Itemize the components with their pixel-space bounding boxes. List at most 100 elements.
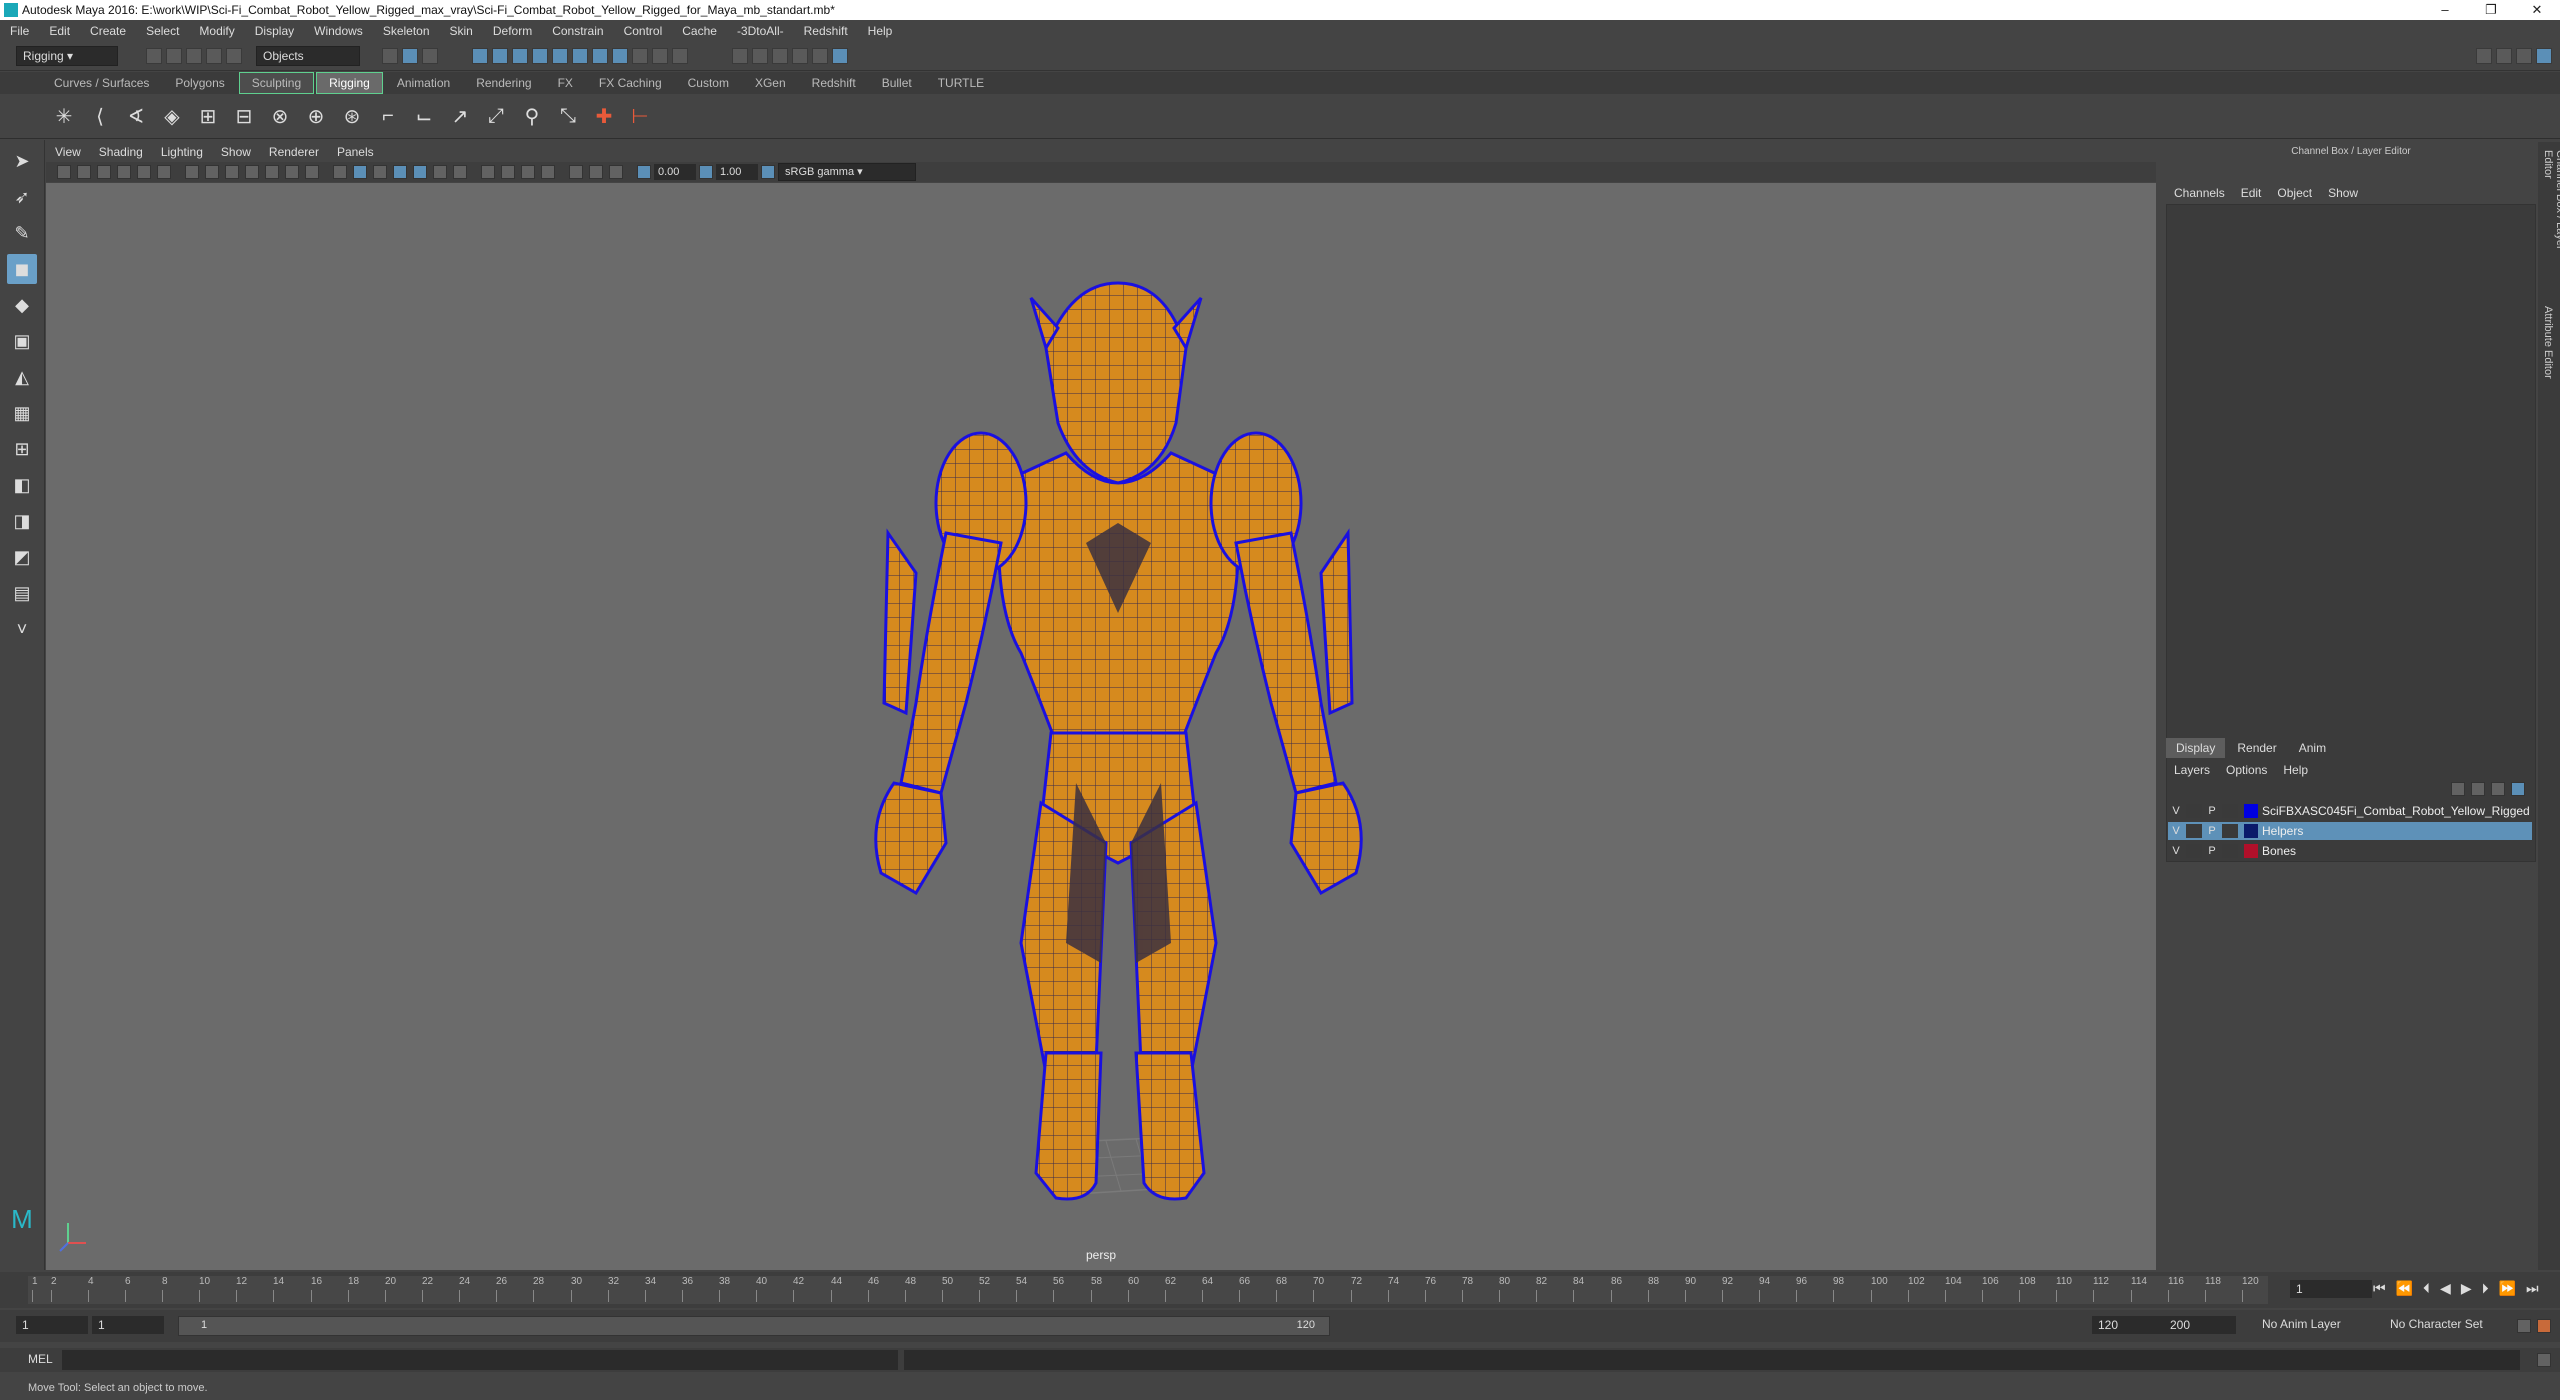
- step-forward-key-icon[interactable]: ⏩: [2494, 1280, 2521, 1297]
- layer-visibility-toggle[interactable]: V: [2168, 805, 2184, 817]
- field-chart-icon[interactable]: [265, 165, 279, 179]
- gamma-field[interactable]: 1.00: [716, 164, 758, 180]
- vp-menu-show[interactable]: Show: [212, 142, 260, 162]
- select-tool-icon[interactable]: ➤: [7, 146, 37, 176]
- play-forwards-icon[interactable]: ▶: [2456, 1280, 2477, 1297]
- step-back-frame-icon[interactable]: ⏴: [2418, 1280, 2435, 1297]
- smooth-bind-icon[interactable]: ⊕: [301, 101, 331, 131]
- cb-menu-object[interactable]: Object: [2269, 182, 2320, 204]
- hypershade-icon[interactable]: [812, 48, 828, 64]
- go-to-start-icon[interactable]: ⏮: [2368, 1280, 2391, 1297]
- play-backwards-icon[interactable]: ◀: [2435, 1280, 2456, 1297]
- four-view-icon[interactable]: ⊞: [7, 434, 37, 464]
- cluster-icon[interactable]: ⊢: [625, 101, 655, 131]
- output-ops-icon[interactable]: [672, 48, 688, 64]
- persp-hypershade-icon[interactable]: ◩: [7, 542, 37, 572]
- exposure-icon[interactable]: [637, 165, 651, 179]
- tab-anim[interactable]: Anim: [2289, 738, 2336, 758]
- select-component-icon[interactable]: [422, 48, 438, 64]
- viewport-persp[interactable]: persp: [46, 183, 2156, 1270]
- grid-icon[interactable]: [185, 165, 199, 179]
- select-camera-icon[interactable]: [57, 165, 71, 179]
- start-time-field[interactable]: 1: [16, 1316, 88, 1334]
- tab-turtle[interactable]: TURTLE: [926, 73, 996, 93]
- persp-graph-icon[interactable]: ◨: [7, 506, 37, 536]
- snap-curve-icon[interactable]: [492, 48, 508, 64]
- menu-deform[interactable]: Deform: [483, 20, 542, 42]
- quick-rig-icon[interactable]: ⊟: [229, 101, 259, 131]
- script-editor-icon[interactable]: [2537, 1353, 2551, 1367]
- menu-skeleton[interactable]: Skeleton: [373, 20, 440, 42]
- cb-menu-show[interactable]: Show: [2320, 182, 2366, 204]
- color-space-dropdown[interactable]: sRGB gamma ▾: [778, 163, 916, 181]
- rotate-tool-icon[interactable]: ◆: [7, 290, 37, 320]
- menu-create[interactable]: Create: [80, 20, 136, 42]
- camera-attributes-icon[interactable]: [77, 165, 91, 179]
- cb-menu-channels[interactable]: Channels: [2166, 182, 2233, 204]
- current-frame-field[interactable]: 1: [2290, 1280, 2372, 1298]
- layer-type-toggle[interactable]: [2222, 804, 2238, 818]
- render-button-icon[interactable]: [832, 48, 848, 64]
- ik-handle-icon[interactable]: ⟨: [85, 101, 115, 131]
- tab-rigging[interactable]: Rigging: [316, 72, 383, 94]
- resolution-gate-icon[interactable]: [225, 165, 239, 179]
- menu-file[interactable]: File: [0, 20, 39, 42]
- single-view-icon[interactable]: ▦: [7, 398, 37, 428]
- outliner-layout-icon[interactable]: ▤: [7, 578, 37, 608]
- gamma-icon[interactable]: [699, 165, 713, 179]
- tab-custom[interactable]: Custom: [676, 73, 741, 93]
- persp-outliner-icon[interactable]: ◧: [7, 470, 37, 500]
- point-constraint-icon[interactable]: ⌐: [373, 101, 403, 131]
- layer-color-swatch[interactable]: [2244, 824, 2258, 838]
- pole-vector-icon[interactable]: ⤡: [553, 101, 583, 131]
- select-hierarchy-icon[interactable]: [382, 48, 398, 64]
- tab-sculpting[interactable]: Sculpting: [238, 72, 315, 94]
- shadows-icon[interactable]: [453, 165, 467, 179]
- parent-constraint-icon[interactable]: ⚲: [517, 101, 547, 131]
- command-language-label[interactable]: MEL: [28, 1352, 53, 1366]
- snap-view-plane-icon[interactable]: [532, 48, 548, 64]
- menu-display[interactable]: Display: [245, 20, 304, 42]
- xray-icon[interactable]: [589, 165, 603, 179]
- layer-visibility-toggle[interactable]: V: [2168, 845, 2184, 857]
- layer-type-toggle[interactable]: [2222, 824, 2238, 838]
- side-tab-attribute-editor[interactable]: Attribute Editor: [2542, 298, 2554, 414]
- cb-menu-edit[interactable]: Edit: [2233, 182, 2270, 204]
- layer-playback-toggle[interactable]: P: [2204, 845, 2220, 857]
- wireframe-icon[interactable]: [333, 165, 347, 179]
- select-object-icon[interactable]: [402, 48, 418, 64]
- menu-3dtoall[interactable]: -3DtoAll-: [727, 20, 794, 42]
- safe-action-icon[interactable]: [285, 165, 299, 179]
- menu-select[interactable]: Select: [136, 20, 189, 42]
- le-menu-options[interactable]: Options: [2218, 760, 2275, 780]
- paint-weights-icon[interactable]: ⊛: [337, 101, 367, 131]
- undo-icon[interactable]: [206, 48, 222, 64]
- layer-row[interactable]: V P Helpers: [2168, 822, 2532, 840]
- menu-windows[interactable]: Windows: [304, 20, 373, 42]
- playback-end-field[interactable]: 120: [2092, 1316, 2164, 1334]
- tab-animation[interactable]: Animation: [385, 73, 462, 93]
- xray-joints-icon[interactable]: [609, 165, 623, 179]
- lasso-tool-icon[interactable]: ➶: [7, 182, 37, 212]
- tab-curves-surfaces[interactable]: Curves / Surfaces: [42, 73, 161, 93]
- tab-polygons[interactable]: Polygons: [163, 73, 236, 93]
- render-view-icon[interactable]: [732, 48, 748, 64]
- tab-render[interactable]: Render: [2227, 738, 2286, 758]
- snap-live-icon[interactable]: [572, 48, 588, 64]
- construction-icon[interactable]: [612, 48, 628, 64]
- move-layer-down-icon[interactable]: [2471, 782, 2485, 796]
- layer-type-toggle[interactable]: [2222, 844, 2238, 858]
- default-material-icon[interactable]: [373, 165, 387, 179]
- end-time-field[interactable]: 200: [2164, 1316, 2236, 1334]
- vp-menu-view[interactable]: View: [46, 142, 90, 162]
- safe-title-icon[interactable]: [305, 165, 319, 179]
- depth-of-field-icon[interactable]: [541, 165, 555, 179]
- vp-menu-shading[interactable]: Shading: [90, 142, 152, 162]
- gate-mask-icon[interactable]: [245, 165, 259, 179]
- new-layer-from-selection-icon[interactable]: [2511, 782, 2525, 796]
- vp-menu-lighting[interactable]: Lighting: [152, 142, 212, 162]
- channel-box-toggle-icon[interactable]: [2536, 48, 2552, 64]
- snap-grid-icon[interactable]: [472, 48, 488, 64]
- aim-constraint-icon[interactable]: ↗: [445, 101, 475, 131]
- isolate-select-icon[interactable]: [569, 165, 583, 179]
